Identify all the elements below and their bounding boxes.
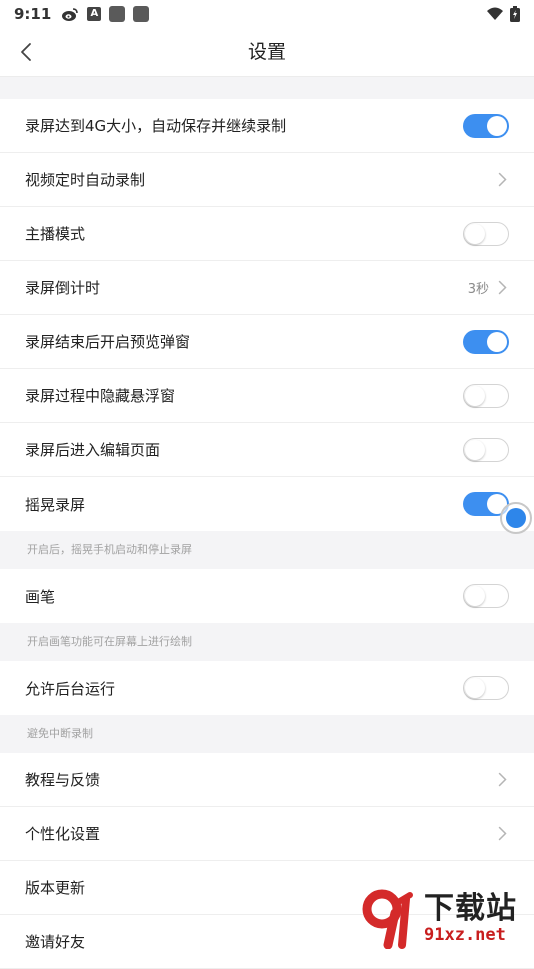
menu-label: 个性化设置 [25,825,101,843]
menu-tutorial-feedback[interactable]: 教程与反馈 [0,753,534,807]
setting-label: 录屏过程中隐藏悬浮窗 [25,387,176,405]
background-note: 避免中断录制 [0,715,534,753]
streamer-mode-toggle[interactable] [463,221,509,246]
brush-note: 开启画笔功能可在屏幕上进行绘制 [0,623,534,661]
setting-auto-save-4g[interactable]: 录屏达到4G大小，自动保存并继续录制 [0,99,534,153]
setting-label: 录屏结束后开启预览弹窗 [25,333,191,351]
setting-preview-popup[interactable]: 录屏结束后开启预览弹窗 [0,315,534,369]
setting-brush[interactable]: 画笔 [0,569,534,623]
setting-hide-floating-window[interactable]: 录屏过程中隐藏悬浮窗 [0,369,534,423]
status-time: 9:11 [14,5,52,23]
auto-save-toggle[interactable] [463,113,509,138]
countdown-value: 3秒 [467,282,489,297]
setting-label: 视频定时自动录制 [25,171,146,189]
setting-enter-edit-page[interactable]: 录屏后进入编辑页面 [0,423,534,477]
chevron-right-icon [495,772,509,787]
brush-toggle[interactable] [463,584,509,608]
chevron-right-icon [495,826,509,841]
touch-indicator [500,502,532,534]
setting-countdown[interactable]: 录屏倒计时 3秒 [0,261,534,315]
setting-label: 主播模式 [25,225,86,243]
wifi-icon [486,7,504,21]
background-run-toggle[interactable] [463,676,509,700]
watermark-logo-icon [362,889,420,950]
setting-label: 录屏达到4G大小，自动保存并继续录制 [25,117,287,135]
setting-shake-record[interactable]: 摇晃录屏 [0,477,534,531]
setting-streamer-mode[interactable]: 主播模式 [0,207,534,261]
setting-label: 画笔 [25,587,56,606]
header: 设置 [0,28,534,77]
menu-label: 教程与反馈 [25,771,101,789]
notification-box-icon [109,6,126,22]
weibo-icon [61,7,79,22]
watermark: 下载站 91xz.net [362,888,532,950]
setting-label: 允许后台运行 [25,679,116,698]
status-bar: 9:11 A [0,0,534,28]
app-a-icon: A [87,7,102,21]
watermark-url: 91xz.net [424,925,506,945]
notification-box-icon [133,6,150,22]
setting-label: 录屏倒计时 [25,279,101,297]
battery-icon [510,6,520,22]
menu-personalization[interactable]: 个性化设置 [0,807,534,861]
shake-note: 开启后，摇晃手机启动和停止录屏 [0,531,534,569]
hide-floating-toggle[interactable] [463,383,509,408]
preview-popup-toggle[interactable] [463,329,509,354]
chevron-right-icon [495,172,509,187]
setting-scheduled-recording[interactable]: 视频定时自动录制 [0,153,534,207]
watermark-cn: 下载站 [424,891,517,926]
section-gap [0,77,534,99]
enter-edit-toggle[interactable] [463,437,509,462]
chevron-right-icon [495,280,509,295]
setting-label: 录屏后进入编辑页面 [25,441,161,459]
setting-label: 摇晃录屏 [25,495,86,514]
page-title: 设置 [247,41,286,63]
setting-background-run[interactable]: 允许后台运行 [0,661,534,715]
